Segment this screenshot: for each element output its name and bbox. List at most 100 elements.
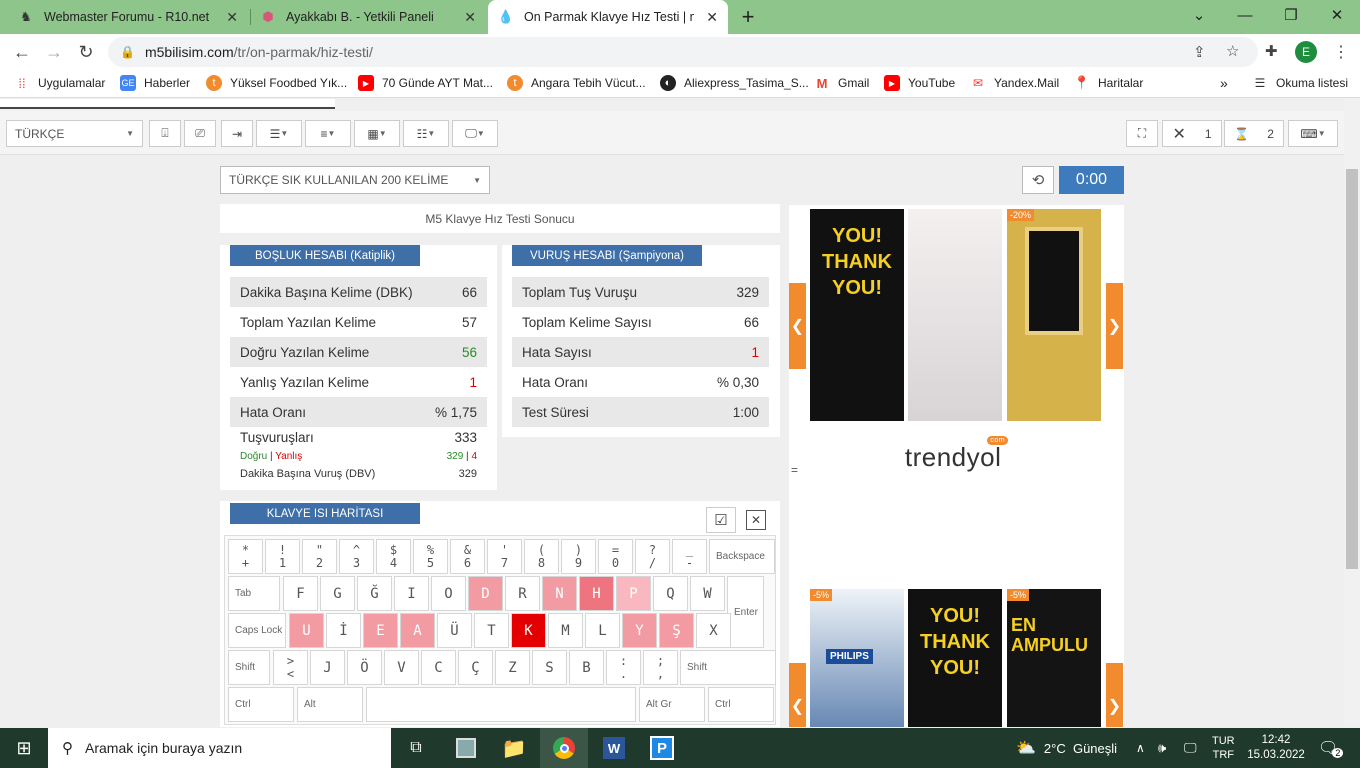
line-spacing-dropdown[interactable]: ☰ ▼ <box>256 120 302 147</box>
bookmark-apps[interactable]: ⁞⁞ Uygulamalar <box>14 75 105 91</box>
carousel-prev-button[interactable]: ❮ <box>789 663 806 727</box>
grid-dropdown[interactable]: ▦ ▼ <box>354 120 400 147</box>
key-number[interactable]: ' 7 <box>487 539 522 574</box>
right-ctrl-key[interactable]: Ctrl <box>708 687 774 722</box>
scrollbar-thumb[interactable] <box>1346 169 1358 569</box>
bookmark-haritalar[interactable]: 📍 Haritalar <box>1074 75 1143 91</box>
key-letter[interactable]: B <box>569 650 604 685</box>
tab-key[interactable]: Tab <box>228 576 280 611</box>
more-bookmarks-button[interactable]: » <box>1220 75 1228 91</box>
bookmark-angara[interactable]: t Angara Tebih Vücut... <box>507 75 646 91</box>
show-hidden-icons[interactable]: ∧ <box>1136 728 1145 768</box>
tab-r10[interactable]: ♞ Webmaster Forumu - R10.net ✕ <box>8 0 248 34</box>
key-letter[interactable]: R <box>505 576 540 611</box>
bookmark-yandex[interactable]: ✉ Yandex.Mail <box>970 75 1059 91</box>
word-icon[interactable]: W <box>590 728 638 768</box>
key-letter[interactable]: Ğ <box>357 576 392 611</box>
key-number[interactable]: ) 9 <box>561 539 596 574</box>
alt-key[interactable]: Alt <box>297 687 363 722</box>
avatar[interactable]: E <box>1295 41 1317 63</box>
key-number[interactable]: ^ 3 <box>339 539 374 574</box>
key-letter[interactable]: U <box>289 613 324 648</box>
key-letter[interactable]: F <box>283 576 318 611</box>
layout-dropdown[interactable]: ☷ ▼ <box>403 120 449 147</box>
word-set-select[interactable]: TÜRKÇE SIK KULLANILAN 200 KELİME ▼ <box>220 166 490 194</box>
file-explorer-icon[interactable]: 📁 <box>490 728 538 768</box>
key-letter[interactable]: T <box>474 613 509 648</box>
bookmark-yuksel[interactable]: t Yüksel Foodbed Yık... <box>206 75 347 91</box>
time-counter[interactable]: ⌛ 2 <box>1224 120 1284 147</box>
key-letter[interactable]: N <box>542 576 577 611</box>
ad-product-bag[interactable] <box>908 209 1002 421</box>
ctrl-key[interactable]: Ctrl <box>228 687 294 722</box>
bookmark-gmail[interactable]: M Gmail <box>814 75 870 91</box>
windows-start-icon[interactable]: ⊞ <box>0 728 48 768</box>
shift-key[interactable]: Shift <box>228 650 270 685</box>
key-number[interactable]: $4 <box>376 539 411 574</box>
close-icon[interactable]: ✕ <box>464 9 476 26</box>
task-view-icon[interactable]: ⧉ <box>392 728 440 768</box>
page-scrollbar[interactable] <box>1344 99 1360 727</box>
share-icon[interactable]: ⇪ <box>1193 43 1206 61</box>
backspace-key[interactable]: Backspace <box>709 539 775 574</box>
right-shift-key[interactable]: Shift <box>680 650 776 685</box>
key-letter[interactable]: M <box>548 613 583 648</box>
key-letter[interactable]: Ş <box>659 613 694 648</box>
bookmark-youtube[interactable]: ▶ YouTube <box>884 75 955 91</box>
restore-button[interactable]: ❐ <box>1268 0 1314 30</box>
key-number[interactable]: = 0 <box>598 539 633 574</box>
carousel-next-button[interactable]: ❯ <box>1106 663 1123 727</box>
key-letter[interactable]: I <box>394 576 429 611</box>
bookmark-aliexpress[interactable]: ◐ Aliexpress_Tasima_S... <box>660 75 809 91</box>
clock[interactable]: 12:42 15.03.2022 <box>1246 728 1306 768</box>
key-number[interactable]: (8 <box>524 539 559 574</box>
key-letter[interactable]: L <box>585 613 620 648</box>
tab-klavye-testi[interactable]: 💧 On Parmak Klavye Hız Testi | m5b ✕ <box>488 0 728 34</box>
key-number[interactable]: * + <box>228 539 263 574</box>
space-key[interactable] <box>366 687 636 722</box>
key-number[interactable]: ! 1 <box>265 539 300 574</box>
key-number[interactable]: _ - <box>672 539 707 574</box>
tab-ayakkabi[interactable]: ⬢ Ayakkabı B. - Yetkili Paneli ✕ <box>250 0 486 34</box>
key-letter[interactable]: Q <box>653 576 688 611</box>
menu-icon[interactable]: = <box>791 463 798 477</box>
trendyol-logo[interactable]: trendyol com <box>789 431 1124 483</box>
key-letter[interactable]: İ <box>326 613 361 648</box>
minimize-icon[interactable]: — <box>1222 0 1268 30</box>
key-number[interactable]: & 6 <box>450 539 485 574</box>
chrome-icon[interactable] <box>540 728 588 768</box>
reading-list-button[interactable]: ☰ Okuma listesi <box>1252 75 1348 91</box>
key-letter[interactable]: J <box>310 650 345 685</box>
key-number[interactable]: % 5 <box>413 539 448 574</box>
key-letter[interactable]: X <box>696 613 731 648</box>
key-punct[interactable]: :. <box>606 650 641 685</box>
error-counter[interactable]: ✕ 1 <box>1162 120 1222 147</box>
key-letter[interactable]: H <box>579 576 614 611</box>
keyboard-dropdown[interactable]: ⌨ ▼ <box>1288 120 1338 147</box>
bookmark-haberler[interactable]: GE Haberler <box>120 75 190 91</box>
close-icon[interactable]: ✕ <box>706 9 718 26</box>
key-letter[interactable]: G <box>320 576 355 611</box>
back-button[interactable]: ← <box>8 38 36 66</box>
weather-widget[interactable]: ⛅ 2°C Güneşli <box>1016 728 1117 768</box>
ad-product-philips[interactable]: -5% PHILIPS <box>810 589 904 727</box>
text-box-button[interactable]: ⎚ <box>184 120 216 147</box>
key-letter[interactable]: Ü <box>437 613 472 648</box>
ad-product-ring[interactable]: -20% <box>1007 209 1101 421</box>
key-letter[interactable]: Z <box>495 650 530 685</box>
reload-button[interactable]: ↻ <box>72 38 100 66</box>
taskbar-search[interactable]: ⚲ Aramak için buraya yazın <box>48 728 391 768</box>
key-letter[interactable]: S <box>532 650 567 685</box>
language-select[interactable]: TÜRKÇE ▼ <box>6 120 143 147</box>
key-letter[interactable]: C <box>421 650 456 685</box>
text-align-dropdown[interactable]: ≡ ▼ <box>305 120 351 147</box>
key-letter[interactable]: Y <box>622 613 657 648</box>
bookmark-star-icon[interactable]: ☆ <box>1226 42 1239 60</box>
caps-lock-key[interactable]: Caps Lock <box>228 613 286 648</box>
alt-gr-key[interactable]: Alt Gr <box>639 687 705 722</box>
new-tab-button[interactable]: + <box>734 3 762 31</box>
app-p-icon[interactable]: P <box>638 728 686 768</box>
bookmark-ayt[interactable]: ▶ 70 Günde AYT Mat... <box>358 75 493 91</box>
key-letter[interactable]: D <box>468 576 503 611</box>
collapse-button[interactable]: ⇥ <box>221 120 253 147</box>
